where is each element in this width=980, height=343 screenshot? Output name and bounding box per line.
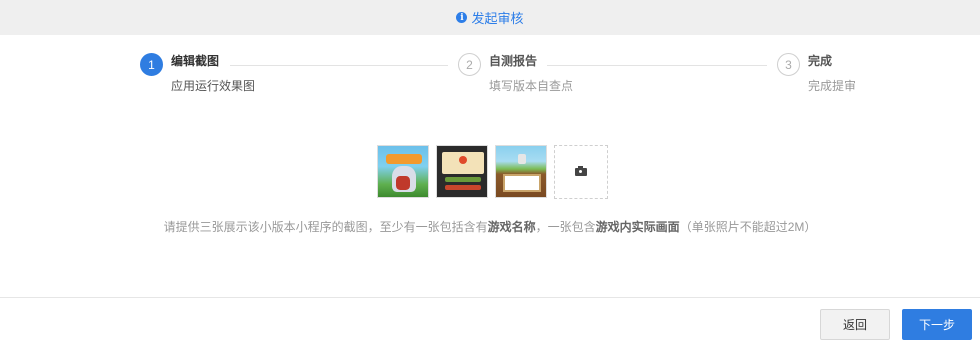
- footer-divider: [0, 297, 980, 298]
- step-connector: [547, 65, 767, 66]
- step-complete: 3 完成 完成提审: [777, 53, 856, 93]
- step-number: 3: [777, 53, 800, 76]
- info-icon: i: [456, 12, 468, 23]
- submit-review-heading: i 发起审核: [456, 8, 524, 27]
- hint-bold-game-name: 游戏名称: [487, 220, 536, 234]
- screenshot-thumbnail[interactable]: [495, 145, 547, 198]
- hint-text: 请提供三张展示该小版本小程序的截图，至少有一张包括含有: [163, 220, 488, 234]
- camera-icon: [575, 166, 587, 176]
- step-edit-screenshots: 1 编辑截图 应用运行效果图: [140, 53, 255, 93]
- hint-text: ，一张包含: [535, 220, 596, 234]
- step-number: 1: [140, 53, 163, 76]
- next-step-button[interactable]: 下一步: [902, 309, 972, 340]
- upload-screenshot-button[interactable]: [554, 145, 608, 199]
- top-banner: i 发起审核: [0, 0, 980, 35]
- step-connector: [230, 65, 448, 66]
- step-desc: 完成提审: [808, 79, 857, 93]
- screenshot-thumbnail[interactable]: [436, 145, 488, 198]
- screenshot-list: [377, 145, 608, 199]
- header-title: 发起审核: [471, 11, 524, 26]
- step-title: 完成: [808, 54, 833, 68]
- step-desc: 填写版本自查点: [489, 79, 574, 93]
- back-button[interactable]: 返回: [820, 309, 890, 340]
- hint-text: （单张照片不能超过2M）: [679, 220, 817, 234]
- upload-hint: 请提供三张展示该小版本小程序的截图，至少有一张包括含有游戏名称，一张包含游戏内实…: [0, 218, 980, 235]
- step-self-test-report: 2 自测报告 填写版本自查点: [458, 53, 573, 93]
- screenshot-thumbnail[interactable]: [377, 145, 429, 198]
- hint-bold-game-screen: 游戏内实际画面: [595, 220, 680, 234]
- step-title: 自测报告: [489, 54, 538, 68]
- step-title: 编辑截图: [171, 54, 220, 68]
- step-desc: 应用运行效果图: [171, 79, 256, 93]
- step-number: 2: [458, 53, 481, 76]
